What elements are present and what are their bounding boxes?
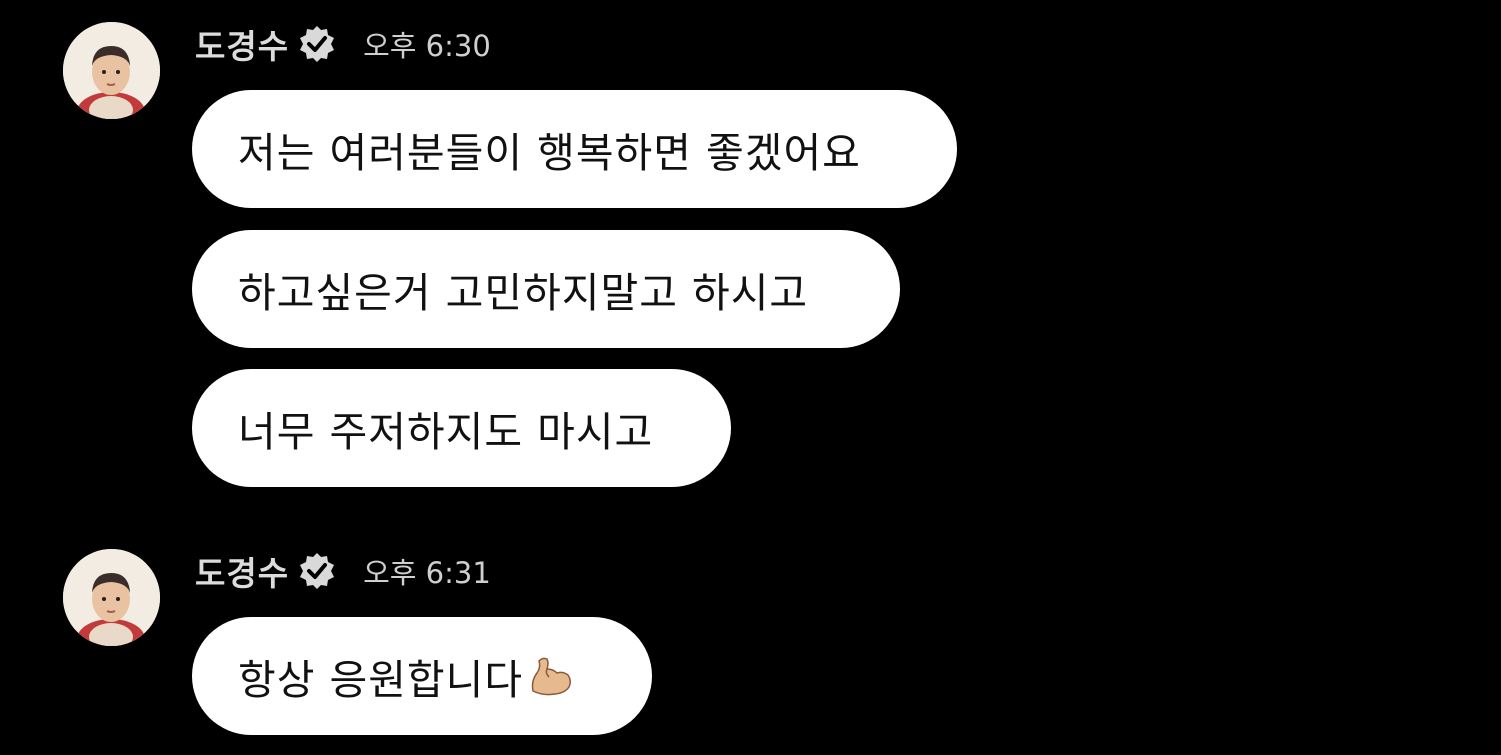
message-timestamp: 오후 6:30 (363, 29, 491, 63)
avatar-image (63, 22, 160, 119)
verified-badge-icon (297, 24, 337, 64)
message-bubble[interactable]: 항상 응원합니다 (192, 617, 652, 735)
message-header: 도경수 오후 6:30 (195, 22, 491, 66)
flexed-biceps-emoji-icon (525, 651, 575, 701)
message-bubble[interactable]: 저는 여러분들이 행복하면 좋겠어요 (192, 90, 957, 208)
avatar[interactable] (63, 549, 160, 646)
message-header: 도경수 오후 6:31 (195, 549, 491, 593)
sender-name[interactable]: 도경수 (195, 547, 289, 595)
message-text: 너무 주저하지도 마시고 (238, 408, 654, 456)
message-text: 하고싶은거 고민하지말고 하시고 (238, 269, 809, 317)
avatar[interactable] (63, 22, 160, 119)
message-timestamp: 오후 6:31 (363, 556, 491, 590)
sender-name[interactable]: 도경수 (195, 20, 289, 68)
message-bubble[interactable]: 너무 주저하지도 마시고 (192, 369, 731, 487)
message-text: 저는 여러분들이 행복하면 좋겠어요 (238, 129, 861, 177)
avatar-image (63, 549, 160, 646)
chat-thread: 도경수 오후 6:30 저는 여러분들이 행복하면 좋겠어요 하고싶은거 고민하… (0, 0, 1501, 755)
message-text: 항상 응원합니다 (238, 656, 524, 704)
message-bubble[interactable]: 하고싶은거 고민하지말고 하시고 (192, 230, 900, 348)
verified-badge-icon (297, 551, 337, 591)
